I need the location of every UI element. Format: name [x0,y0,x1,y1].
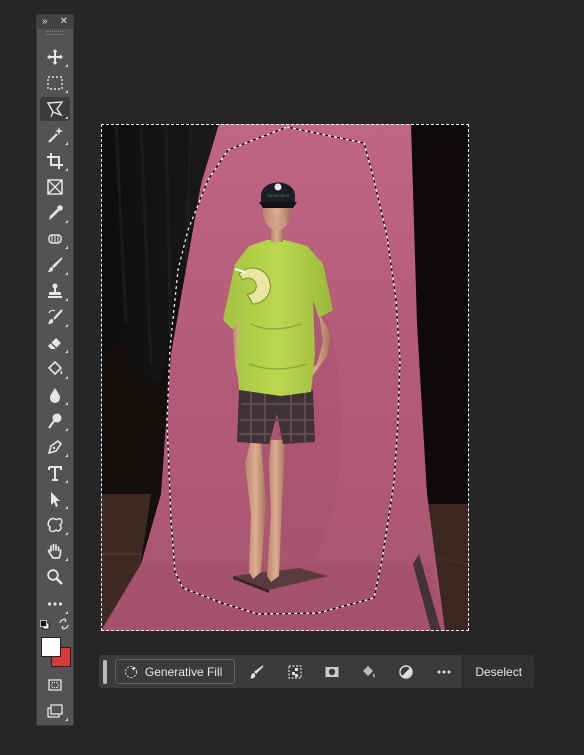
pen-tool[interactable] [40,435,70,459]
frame-icon [47,179,63,195]
close-panel-icon[interactable]: ✕ [60,15,68,29]
more-options-button[interactable] [425,658,462,686]
add-mask-button[interactable] [313,658,350,686]
quick-mask-button[interactable] [40,673,70,697]
spot-healing-icon [48,234,62,244]
dodge-tool[interactable] [40,409,70,433]
magic-wand-icon [48,127,63,143]
contextual-task-bar: Generative Fill Deselect [99,655,535,688]
deselect-label: Deselect [475,664,523,679]
clone-stamp-icon [48,283,62,298]
more-tools-icon [47,602,63,606]
polygonal-lasso-tool[interactable] [40,97,70,121]
history-brush-tool[interactable] [40,305,70,329]
blur-tool[interactable] [40,383,70,407]
more-tools[interactable] [40,592,70,616]
paint-bucket-tool[interactable] [40,357,70,381]
pen-icon [47,439,63,455]
frame-tool[interactable] [40,175,70,199]
select-subject-icon [288,664,302,679]
type-tool[interactable] [40,461,70,485]
brush-tool[interactable] [40,253,70,277]
quick-mask-icon [48,679,62,691]
modify-selection-button[interactable] [239,658,276,686]
deselect-button[interactable]: Deselect [462,655,535,688]
collapse-panel-icon[interactable]: » [42,15,47,29]
tools-panel: » ✕ [36,14,74,726]
modify-selection-icon [250,664,264,678]
path-selection-tool[interactable] [40,487,70,511]
eyedropper-tool[interactable] [40,201,70,225]
adjustment-layer-button[interactable] [388,658,425,686]
crop-icon [47,153,63,169]
shape-icon [47,517,63,533]
path-selection-icon [51,492,60,507]
move-tool[interactable] [40,45,70,69]
history-brush-icon [48,309,63,324]
adjustment-icon [399,664,414,679]
hand-tool[interactable] [40,539,70,563]
crop-tool[interactable] [40,149,70,173]
paint-bucket-icon [47,360,63,376]
generative-fill-label: Generative Fill [144,664,223,679]
default-colors-icon[interactable] [40,620,50,630]
shape-tool[interactable] [40,513,70,537]
generative-fill-button[interactable]: Generative Fill [114,659,235,684]
eraser-tool[interactable] [40,331,70,355]
cap-logo-text: Generative [267,193,290,198]
swap-colors-icon[interactable] [58,618,70,630]
zoom-tool[interactable] [40,565,70,589]
magic-wand-tool[interactable] [40,123,70,147]
fill-icon [363,665,376,677]
canvas-image: Generative [101,124,469,631]
document-canvas[interactable]: Generative [101,124,469,631]
dodge-icon [48,413,62,429]
generative-fill-icon [124,665,137,678]
eyedropper-icon [49,205,63,220]
polygonal-lasso-icon [46,101,64,118]
foreground-color-swatch[interactable] [41,637,61,657]
mask-icon [325,666,339,677]
task-bar-drag-handle[interactable] [103,659,107,684]
marquee-tool[interactable] [40,71,70,95]
spot-healing-tool[interactable] [40,227,70,251]
clone-stamp-tool[interactable] [40,279,70,303]
brush-icon [48,257,63,272]
select-subject-button[interactable] [276,658,313,686]
blur-icon [50,388,60,403]
zoom-icon [47,569,63,585]
tools-panel-header: » ✕ [37,15,73,29]
fill-selection-button[interactable] [351,658,388,686]
eraser-icon [48,338,61,349]
panel-grip[interactable] [37,29,73,37]
move-icon [47,49,63,65]
type-icon [48,466,62,481]
screen-mode-icon [47,704,63,718]
screen-mode-button[interactable] [40,699,70,723]
hand-icon [47,543,62,559]
marquee-icon [47,76,63,90]
more-options-icon [437,670,451,673]
